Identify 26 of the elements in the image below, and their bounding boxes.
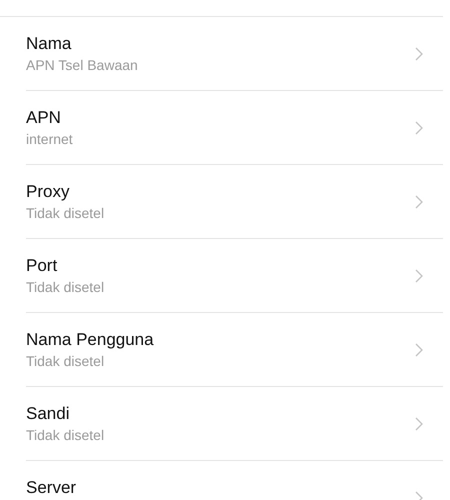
- settings-row[interactable]: Sandi Tidak disetel: [26, 387, 443, 461]
- setting-value: internet: [26, 130, 74, 149]
- setting-label: Port: [26, 255, 58, 277]
- setting-value: APN Tsel Bawaan: [26, 56, 139, 75]
- setting-label: APN: [26, 107, 62, 129]
- chevron-right-icon: [415, 194, 423, 208]
- settings-row[interactable]: APN internet: [26, 91, 443, 165]
- chevron-right-icon: [415, 342, 423, 356]
- setting-label: Sandi: [26, 403, 70, 425]
- settings-row[interactable]: Nama Pengguna Tidak disetel: [26, 313, 443, 387]
- chevron-right-icon: [415, 268, 423, 282]
- setting-value: Tidak disetel: [26, 426, 106, 445]
- chevron-right-icon: [415, 120, 423, 134]
- setting-value: Tidak disetel: [26, 352, 106, 371]
- setting-value: Tidak disetel: [26, 204, 106, 223]
- setting-label: Nama Pengguna: [26, 329, 155, 351]
- settings-row[interactable]: Nama APN Tsel Bawaan: [26, 17, 443, 91]
- setting-label: Proxy: [26, 181, 70, 203]
- chevron-right-icon: [415, 46, 423, 60]
- chevron-right-icon: [415, 416, 423, 430]
- setting-value: Tidak disetel: [26, 278, 106, 297]
- settings-row[interactable]: Port Tidak disetel: [26, 239, 443, 313]
- setting-label: Nama: [26, 33, 72, 55]
- settings-row[interactable]: Proxy Tidak disetel: [26, 165, 443, 239]
- settings-row[interactable]: Server: [26, 461, 443, 500]
- setting-label: Server: [26, 477, 78, 499]
